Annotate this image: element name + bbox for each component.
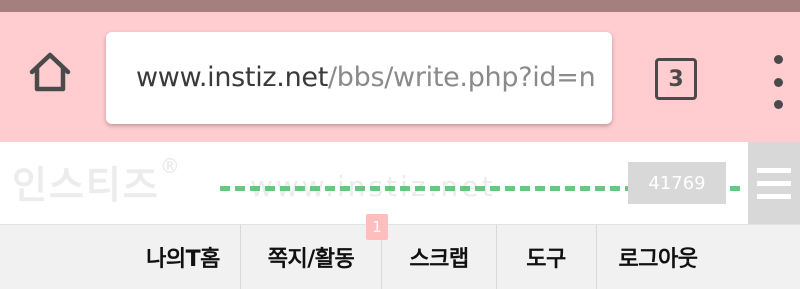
url-path: /bbs/write.php?id=na bbox=[328, 62, 596, 93]
nav-item-tools[interactable]: 도구 bbox=[497, 225, 595, 289]
tab-count: 3 bbox=[668, 66, 684, 92]
status-strip bbox=[0, 0, 800, 12]
site-nav-bar: 나의T홈 쪽지/활동 스크랩 도구 로그아웃 bbox=[0, 224, 800, 289]
site-logo[interactable]: 인스티즈® bbox=[12, 154, 182, 209]
menu-dot bbox=[773, 100, 783, 109]
registered-mark: ® bbox=[159, 154, 182, 178]
nav-item-messages-activity[interactable]: 쪽지/활동 bbox=[241, 225, 381, 289]
menu-dot bbox=[773, 77, 783, 87]
nav-item-scrap[interactable]: 스크랩 bbox=[382, 225, 496, 289]
site-logo-text: 인스티즈 bbox=[12, 163, 160, 207]
home-button[interactable] bbox=[20, 42, 80, 102]
url-host: www.instiz.net bbox=[136, 62, 328, 93]
hamburger-bar bbox=[757, 193, 791, 199]
notification-badge: 1 bbox=[366, 214, 388, 240]
address-bar[interactable]: www.instiz.net/bbs/write.php?id=na bbox=[106, 32, 612, 124]
hamburger-icon[interactable] bbox=[748, 142, 800, 224]
overflow-menu-icon[interactable] bbox=[760, 52, 796, 112]
home-icon bbox=[29, 52, 71, 92]
nav-item-logout[interactable]: 로그아웃 bbox=[597, 225, 719, 289]
url-text[interactable]: www.instiz.net/bbs/write.php?id=na bbox=[136, 60, 596, 96]
hamburger-bar bbox=[757, 167, 791, 173]
nav-item-my-t-home[interactable]: 나의T홈 bbox=[126, 225, 240, 289]
menu-dot bbox=[773, 55, 783, 64]
site-header: 인스티즈® www.instiz.net 41769 bbox=[0, 142, 800, 224]
tabs-button[interactable]: 3 bbox=[655, 58, 697, 100]
hamburger-bar bbox=[757, 180, 791, 186]
browser-toolbar: www.instiz.net/bbs/write.php?id=na 3 bbox=[0, 12, 800, 142]
visitor-counter: 41769 bbox=[628, 162, 726, 204]
